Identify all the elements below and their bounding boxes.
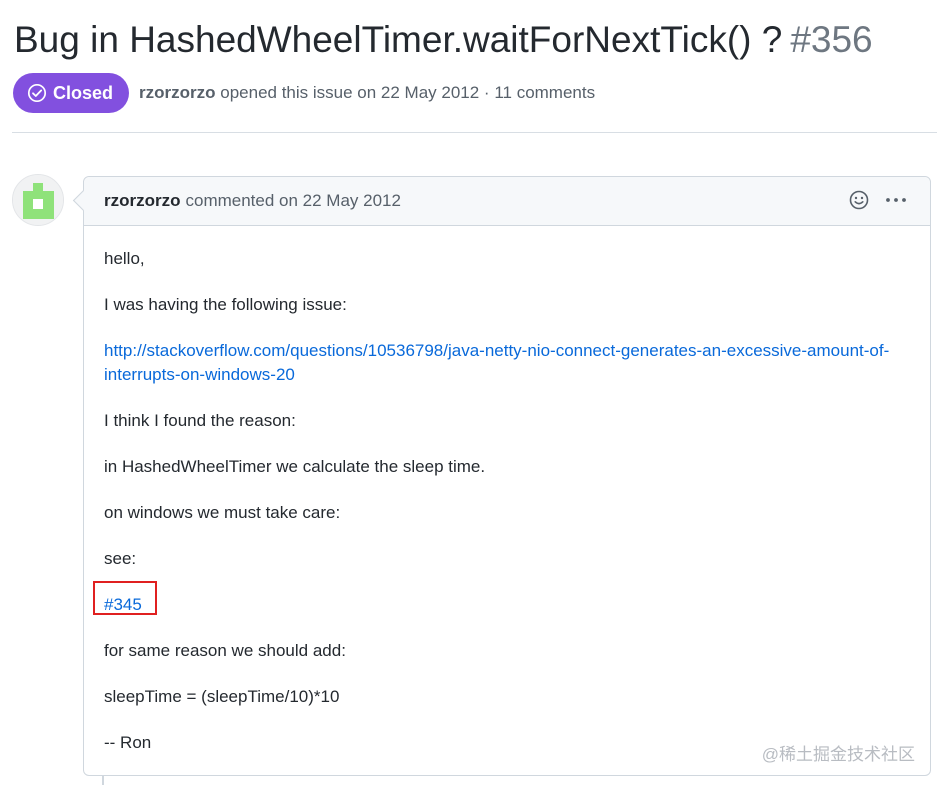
comment-line-windows: on windows we must take care:: [104, 503, 341, 522]
comment-link-paragraph: http://stackoverflow.com/questions/10536…: [104, 339, 914, 387]
comment-issue-ref-paragraph: #345: [93, 581, 914, 617]
comment-greeting: hello,: [104, 249, 145, 268]
comment-author-link[interactable]: rzorzorzo: [104, 191, 181, 211]
comment-actions: [848, 189, 908, 211]
issue-author-link[interactable]: rzorzorzo: [139, 83, 216, 102]
issue-title: Bug in HashedWheelTimer.waitForNextTick(…: [14, 14, 873, 66]
comment-line-reason: I think I found the reason:: [104, 411, 296, 430]
issue-ref-wrap: #345: [93, 581, 157, 617]
smiley-icon[interactable]: [848, 189, 870, 211]
issue-number: #356: [790, 19, 873, 60]
check-circle-icon: [27, 83, 47, 103]
issue-meta: Closed rzorzorzo opened this issue on 22…: [13, 72, 595, 114]
avatar[interactable]: [12, 174, 64, 226]
issue-meta-text: rzorzorzo opened this issue on 22 May 20…: [139, 83, 595, 103]
comment-timestamp[interactable]: commented on 22 May 2012: [186, 191, 401, 211]
comment-line-same: for same reason we should add:: [104, 641, 346, 660]
issue-title-text: Bug in HashedWheelTimer.waitForNextTick(…: [14, 19, 783, 60]
comment-box: rzorzorzo commented on 22 May 2012 hello…: [83, 176, 931, 776]
status-badge: Closed: [13, 73, 130, 113]
comment-code-line: sleepTime = (sleepTime/10)*10: [104, 687, 340, 706]
stackoverflow-link[interactable]: http://stackoverflow.com/questions/10536…: [104, 341, 889, 384]
comment-line-see: see:: [104, 549, 137, 568]
comment-line-issue: I was having the following issue:: [104, 295, 347, 314]
comment-line-timer: in HashedWheelTimer we calculate the sle…: [104, 457, 486, 476]
header-divider: [12, 132, 937, 133]
status-label: Closed: [53, 82, 114, 103]
comment-header: rzorzorzo commented on 22 May 2012: [84, 177, 930, 226]
watermark: @稀土掘金技术社区: [761, 745, 915, 764]
issue-opened-info: opened this issue on 22 May 2012 · 11 co…: [220, 83, 596, 102]
red-highlight-box: [93, 581, 157, 615]
kebab-horizontal-icon[interactable]: [884, 189, 908, 211]
comment-body: hello, I was having the following issue:…: [93, 247, 914, 777]
